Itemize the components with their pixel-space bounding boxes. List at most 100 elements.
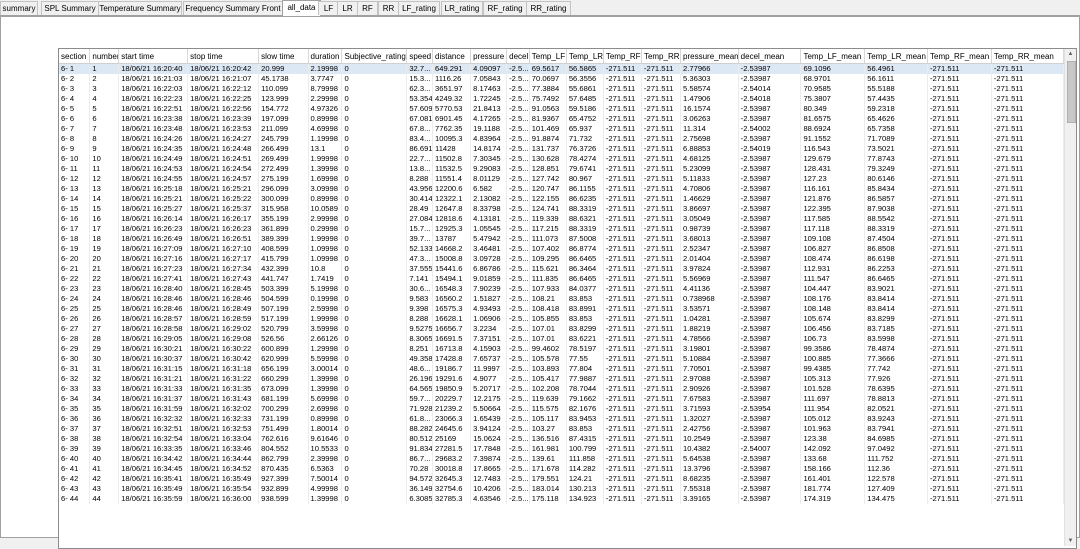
table-row[interactable]: 6- 27 27 18/06/21 16:28:58 18/06/21 16:29:0… <box>59 324 1064 334</box>
table-row[interactable]: 6- 32 32 18/06/21 16:31:21 18/06/21 16:31:2… <box>59 374 1064 384</box>
table-row[interactable]: 6- 38 38 18/06/21 16:32:54 18/06/21 16:33:0… <box>59 434 1064 444</box>
vertical-scrollbar[interactable]: ▲ ▼ <box>1064 49 1076 546</box>
column-header-temp-lr[interactable]: Temp_LR <box>566 49 604 64</box>
column-header-pressure-mean[interactable]: pressure_mean <box>680 49 739 64</box>
table-row[interactable]: 6- 22 22 18/06/21 16:27:41 18/06/21 16:27:4… <box>59 274 1064 284</box>
table-row[interactable]: 6- 8 8 18/06/21 16:24:26 18/06/21 16:24:27 2… <box>59 134 1064 144</box>
table-cell: 91.0563 <box>529 104 567 114</box>
table-row[interactable]: 6- 5 5 18/06/21 16:22:51 18/06/21 16:22:56 1… <box>59 104 1064 114</box>
table-row[interactable]: 6- 19 19 18/06/21 16:27:09 18/06/21 16:27:1… <box>59 244 1064 254</box>
tab-spl-summary[interactable]: SPL Summary <box>41 1 99 15</box>
table-cell: 83.8414 <box>864 294 929 304</box>
table-row[interactable]: 6- 30 30 18/06/21 16:30:37 18/06/21 16:30:4… <box>59 354 1064 364</box>
table-row[interactable]: 6- 7 7 18/06/21 16:23:48 18/06/21 16:23:53 2… <box>59 124 1064 134</box>
table-row[interactable]: 6- 2 2 18/06/21 16:21:03 18/06/21 16:21:07 4… <box>59 74 1064 84</box>
tab-lf[interactable]: LF <box>318 1 339 15</box>
table-cell: 4.9077 <box>470 374 508 384</box>
scroll-thumb[interactable] <box>1067 61 1076 123</box>
tab-summary[interactable]: summary <box>0 1 38 15</box>
table-row[interactable]: 6- 29 29 18/06/21 16:30:21 18/06/21 16:30:2… <box>59 344 1064 354</box>
column-header-decel-mean[interactable]: decel_mean <box>738 49 802 64</box>
tab-rr-rating[interactable]: RR_rating <box>526 1 571 15</box>
table-row[interactable]: 6- 10 10 18/06/21 16:24:49 18/06/21 16:24:5… <box>59 154 1064 164</box>
column-header-start-time[interactable]: start time <box>118 49 189 64</box>
table-row[interactable]: 6- 35 35 18/06/21 16:31:59 18/06/21 16:32:0… <box>59 404 1064 414</box>
data-grid[interactable]: section number start time stop time slow tim… <box>58 48 1077 549</box>
table-cell: 5770.53 <box>432 104 472 114</box>
table-row[interactable]: 6- 23 23 18/06/21 16:28:40 18/06/21 16:28:4… <box>59 284 1064 294</box>
table-row[interactable]: 6- 3 3 18/06/21 16:22:03 18/06/21 16:22:12 1… <box>59 84 1064 94</box>
table-cell: 16628.1 <box>432 314 472 324</box>
table-row[interactable]: 6- 11 11 18/06/21 16:24:53 18/06/21 16:24:5… <box>59 164 1064 174</box>
table-row[interactable]: 6- 37 37 18/06/21 16:32:51 18/06/21 16:32:5… <box>59 424 1064 434</box>
tab-rf-rating[interactable]: RF_rating <box>483 1 527 15</box>
table-row[interactable]: 6- 20 20 18/06/21 16:27:16 18/06/21 16:27:1… <box>59 254 1064 264</box>
tab-rr[interactable]: RR <box>378 1 399 15</box>
tab-lf-rating[interactable]: LF_rating <box>398 1 440 15</box>
table-row[interactable]: 6- 34 34 18/06/21 16:31:37 18/06/21 16:31:4… <box>59 394 1064 404</box>
table-cell: 18/06/21 16:25:27 <box>118 204 189 214</box>
table-row[interactable]: 6- 25 25 18/06/21 16:28:46 18/06/21 16:28:4… <box>59 304 1064 314</box>
table-cell: -271.511 <box>991 224 1064 234</box>
table-row[interactable]: 6- 28 28 18/06/21 16:29:05 18/06/21 16:29:0… <box>59 334 1064 344</box>
table-row[interactable]: 6- 1 1 18/06/21 16:20:40 18/06/21 16:20:42 2… <box>59 63 1064 74</box>
table-row[interactable]: 6- 6 6 18/06/21 16:23:38 18/06/21 16:23:39 1… <box>59 114 1064 124</box>
column-header-temp-rf-mean[interactable]: Temp_RF_mean <box>927 49 992 64</box>
tab-frequency-summary-front[interactable]: Frequency Summary Front <box>183 1 283 15</box>
table-row[interactable]: 6- 4 4 18/06/21 16:22:23 18/06/21 16:22:25 1… <box>59 94 1064 104</box>
column-header-speed[interactable]: speed <box>406 49 434 64</box>
table-cell: 11551.4 <box>432 174 472 184</box>
column-header-stop-time[interactable]: stop time <box>187 49 260 64</box>
table-row[interactable]: 6- 42 42 18/06/21 16:35:41 18/06/21 16:35:4… <box>59 474 1064 484</box>
table-row[interactable]: 6- 33 33 18/06/21 16:31:33 18/06/21 16:31:3… <box>59 384 1064 394</box>
tab-temperature-summary[interactable]: Temperature Summary <box>98 1 182 15</box>
column-header-duration[interactable]: duration <box>308 49 343 64</box>
column-header-temp-lr-mean[interactable]: Temp_LR_mean <box>864 49 929 64</box>
tab-lr[interactable]: LR <box>337 1 358 15</box>
column-header-temp-rf[interactable]: Temp_RF <box>603 49 642 64</box>
column-header-temp-rr[interactable]: Temp_RR <box>641 49 682 64</box>
column-header-temp-lf-mean[interactable]: Temp_LF_mean <box>800 49 866 64</box>
table-row[interactable]: 6- 18 18 18/06/21 16:26:49 18/06/21 16:26:5… <box>59 234 1064 244</box>
table-row[interactable]: 6- 26 26 18/06/21 16:28:57 18/06/21 16:28:5… <box>59 314 1064 324</box>
table-row[interactable]: 6- 40 40 18/06/21 16:34:42 18/06/21 16:34:4… <box>59 454 1064 464</box>
table-row[interactable]: 6- 24 24 18/06/21 16:28:46 18/06/21 16:28:4… <box>59 294 1064 304</box>
column-header-subjective-rating[interactable]: Subjective_rating <box>341 49 408 64</box>
table-cell: 6.5363 <box>308 464 343 474</box>
column-header-decel[interactable]: decel <box>506 49 530 64</box>
table-cell: 5.59998 <box>308 354 343 364</box>
tab-lr-rating[interactable]: LR_rating <box>441 1 483 15</box>
table-cell: 526.56 <box>258 334 309 344</box>
scroll-up-arrow-icon[interactable]: ▲ <box>1065 49 1076 59</box>
column-header-temp-lf[interactable]: Temp_LF <box>529 49 567 64</box>
table-cell: 25169 <box>432 434 472 444</box>
table-cell: 7.65737 <box>470 354 508 364</box>
table-cell: 18 <box>89 234 120 244</box>
table-row[interactable]: 6- 39 39 18/06/21 16:33:35 18/06/21 16:33:4… <box>59 444 1064 454</box>
table-row[interactable]: 6- 15 15 18/06/21 16:25:27 18/06/21 16:25:3… <box>59 204 1064 214</box>
table-cell: 18/06/21 16:27:23 <box>118 264 189 274</box>
table-row[interactable]: 6- 12 12 18/06/21 16:24:55 18/06/21 16:24:5… <box>59 174 1064 184</box>
tab-all-data[interactable]: all_data <box>282 0 321 16</box>
column-header-number[interactable]: number <box>89 49 120 64</box>
tab-rf[interactable]: RF <box>357 1 378 15</box>
table-row[interactable]: 6- 17 17 18/06/21 16:26:23 18/06/21 16:26:2… <box>59 224 1064 234</box>
column-header-pressure[interactable]: pressure <box>470 49 508 64</box>
table-row[interactable]: 6- 43 43 18/06/21 16:35:49 18/06/21 16:35:5… <box>59 484 1064 494</box>
table-row[interactable]: 6- 9 9 18/06/21 16:24:35 18/06/21 16:24:48 2… <box>59 144 1064 154</box>
table-row[interactable]: 6- 41 41 18/06/21 16:34:45 18/06/21 16:34:5… <box>59 464 1064 474</box>
table-row[interactable]: 6- 14 14 18/06/21 16:25:21 18/06/21 16:25:2… <box>59 194 1064 204</box>
column-header-distance[interactable]: distance <box>432 49 472 64</box>
table-cell: 88.6924 <box>800 124 866 134</box>
table-row[interactable]: 6- 44 44 18/06/21 16:35:59 18/06/21 16:36:0… <box>59 494 1064 504</box>
column-header-temp-rr-mean[interactable]: Temp_RR_mean <box>991 49 1064 64</box>
table-row[interactable]: 6- 36 36 18/06/21 16:32:32 18/06/21 16:32:3… <box>59 414 1064 424</box>
table-cell: -271.511 <box>991 414 1064 424</box>
table-row[interactable]: 6- 21 21 18/06/21 16:27:23 18/06/21 16:27:3… <box>59 264 1064 274</box>
table-row[interactable]: 6- 31 31 18/06/21 16:31:15 18/06/21 16:31:1… <box>59 364 1064 374</box>
table-row[interactable]: 6- 16 16 18/06/21 16:26:14 18/06/21 16:26:1… <box>59 214 1064 224</box>
table-cell: 0 <box>341 274 408 284</box>
table-row[interactable]: 6- 13 13 18/06/21 16:25:18 18/06/21 16:25:2… <box>59 184 1064 194</box>
column-header-slow-time[interactable]: slow time <box>258 49 309 64</box>
column-header-section[interactable]: section <box>59 49 91 64</box>
